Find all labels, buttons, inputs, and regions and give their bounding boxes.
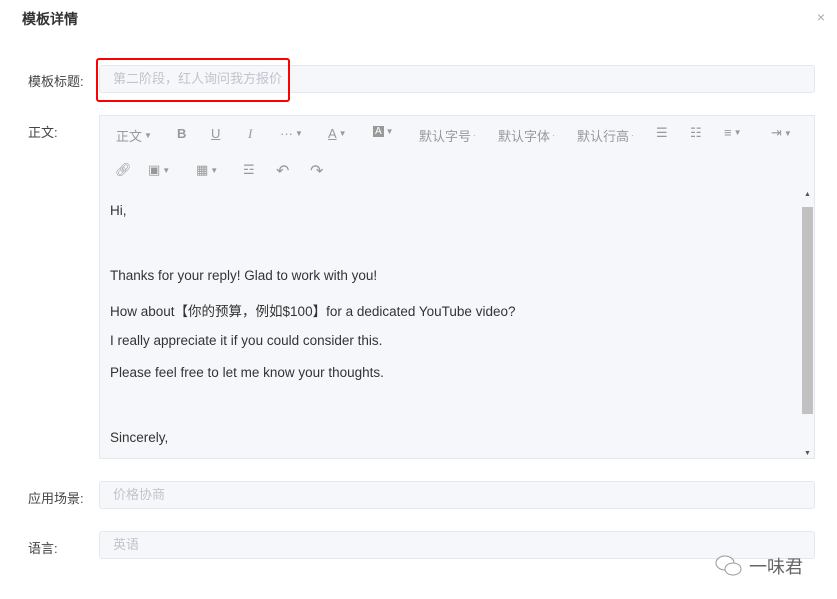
divider-icon[interactable]: ☲	[243, 162, 255, 178]
line-height-label: 默认行高	[577, 129, 630, 144]
link-icon[interactable]: 🔗︎	[115, 162, 132, 178]
numbered-list-icon[interactable]: ☷	[690, 125, 702, 141]
scene-input[interactable]: 价格协商	[99, 481, 815, 509]
scrollbar-thumb[interactable]	[802, 207, 813, 414]
close-icon[interactable]: ×	[817, 9, 825, 25]
redo-icon[interactable]: ↷	[310, 161, 323, 181]
rich-text-editor[interactable]: 正文 ▼ B U I ··· ▼ A ▼ A ▼ 默认字号 · 默认字体 · 默认行高 · ☰…	[99, 115, 815, 459]
image-dropdown[interactable]: ▣ ▼	[148, 162, 170, 178]
lang-input[interactable]: 英语	[99, 531, 815, 559]
title-label: 模板标题:	[28, 74, 84, 89]
scene-label: 应用场景:	[28, 491, 84, 506]
font-color-icon: A	[328, 126, 337, 141]
font-family-label: 默认字体	[498, 129, 551, 144]
undo-icon[interactable]: ↶	[276, 161, 289, 181]
bg-color-dropdown[interactable]: A ▼	[373, 126, 394, 137]
wechat-icon	[715, 555, 742, 576]
more-icon: ···	[280, 126, 293, 141]
font-size-label: 默认字号	[419, 129, 472, 144]
font-color-dropdown[interactable]: A ▼	[328, 126, 347, 141]
paragraph-label: 正文	[116, 129, 143, 144]
indent-dropdown[interactable]: ⇥ ▼	[771, 125, 792, 141]
watermark-text: 一味君	[749, 557, 803, 577]
font-size-dropdown[interactable]: 默认字号 ·	[419, 126, 476, 145]
line-height-dropdown[interactable]: 默认行高 ·	[577, 126, 634, 145]
font-family-dropdown[interactable]: 默认字体 ·	[498, 126, 555, 145]
lang-label: 语言:	[28, 541, 58, 556]
table-dropdown[interactable]: ▦ ▼	[196, 162, 218, 178]
paragraph-dropdown[interactable]: 正文 ▼	[116, 126, 152, 145]
underline-button[interactable]: U	[211, 126, 220, 141]
bg-color-icon: A	[373, 126, 384, 137]
body-line: How about【你的预算，例如$100】for a dedicated Yo…	[110, 304, 516, 319]
watermark: 一味君	[715, 553, 803, 579]
body-line: Hi,	[110, 203, 127, 218]
dialog-title: 模板详情	[22, 11, 78, 27]
highlight-box	[96, 58, 290, 102]
body-line: I really appreciate it if you could cons…	[110, 333, 383, 348]
more-dropdown[interactable]: ··· ▼	[280, 126, 303, 141]
italic-button[interactable]: I	[248, 126, 252, 142]
body-line: Sincerely,	[110, 430, 169, 445]
body-line: Please feel free to let me know your tho…	[110, 365, 384, 380]
body-label: 正文:	[28, 125, 58, 140]
scrollbar[interactable]: ▲ ▼	[801, 189, 813, 459]
body-line: Thanks for your reply! Glad to work with…	[110, 268, 378, 283]
bullet-list-icon[interactable]: ☰	[656, 125, 668, 141]
align-dropdown[interactable]: ≡ ▼	[724, 125, 742, 140]
bold-button[interactable]: B	[177, 126, 186, 141]
